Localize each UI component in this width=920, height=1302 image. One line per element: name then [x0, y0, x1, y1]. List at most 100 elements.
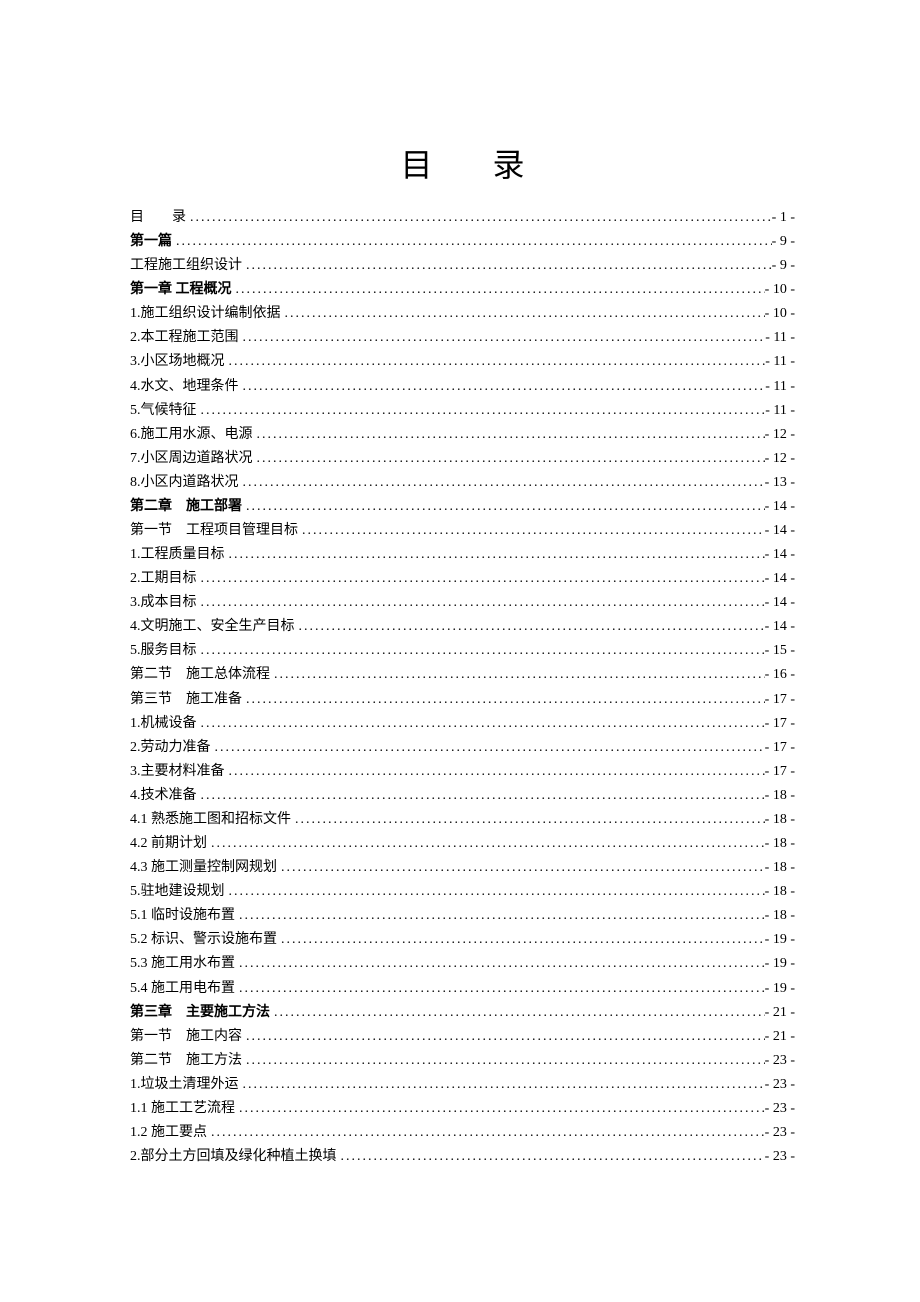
toc-entry-label: 第二节 施工总体流程	[130, 663, 270, 687]
toc-entry: 第一篇- 9 -	[130, 230, 795, 254]
toc-entry-page: - 18 -	[765, 904, 795, 928]
toc-entry: 3.成本目标- 14 -	[130, 591, 795, 615]
toc-leader-dots	[242, 1025, 765, 1049]
toc-entry: 2.工期目标 - 14 -	[130, 567, 795, 591]
toc-leader-dots	[277, 928, 765, 952]
toc-entry-label: 1.2 施工要点	[130, 1121, 207, 1145]
toc-entry-page: - 18 -	[765, 880, 795, 904]
toc-entry-page: - 10 -	[765, 302, 795, 326]
toc-entry-label: 第一篇	[130, 230, 172, 254]
toc-entry: 5.2 标识、警示设施布置 - 19 -	[130, 928, 795, 952]
toc-entry-label: 第一章 工程概况	[130, 278, 232, 302]
toc-leader-dots	[197, 784, 765, 808]
toc-entry-label: 第三章 主要施工方法	[130, 1001, 270, 1025]
toc-leader-dots	[211, 736, 765, 760]
toc-leader-dots	[225, 350, 766, 374]
table-of-contents: 目 录- 1 -第一篇- 9 -工程施工组织设计- 9 -第一章 工程概况- 1…	[130, 206, 795, 1169]
toc-entry-label: 7.小区周边道路状况	[130, 447, 253, 471]
toc-leader-dots	[277, 856, 765, 880]
toc-entry-page: - 18 -	[765, 832, 795, 856]
toc-leader-dots	[239, 326, 766, 350]
toc-entry-label: 6.施工用水源、电源	[130, 423, 253, 447]
toc-entry: 5.服务目标 - 15 -	[130, 639, 795, 663]
toc-entry: 2.本工程施工范围 - 11 -	[130, 326, 795, 350]
toc-entry-page: - 12 -	[765, 447, 795, 471]
toc-leader-dots	[270, 663, 765, 687]
toc-entry: 5.3 施工用水布置- 19 -	[130, 952, 795, 976]
toc-leader-dots	[242, 254, 772, 278]
toc-entry: 1.垃圾土清理外运- 23 -	[130, 1073, 795, 1097]
toc-entry-label: 4.3 施工测量控制网规划	[130, 856, 277, 880]
toc-entry-page: - 23 -	[765, 1073, 795, 1097]
toc-entry-label: 5.气候特征	[130, 399, 197, 423]
page-title: 目录	[130, 140, 795, 186]
toc-entry-page: - 23 -	[765, 1049, 795, 1073]
toc-entry-page: - 19 -	[765, 928, 795, 952]
toc-leader-dots	[235, 952, 765, 976]
toc-entry-page: - 19 -	[765, 952, 795, 976]
toc-entry: 第三节 施工准备- 17 -	[130, 688, 795, 712]
toc-entry: 6.施工用水源、电源- 12 -	[130, 423, 795, 447]
toc-leader-dots	[253, 423, 765, 447]
toc-entry: 2.部分土方回填及绿化种植土换填- 23 -	[130, 1145, 795, 1169]
toc-entry-page: - 16 -	[765, 663, 795, 687]
toc-entry: 8.小区内道路状况- 13 -	[130, 471, 795, 495]
toc-entry-page: - 19 -	[765, 977, 795, 1001]
toc-entry: 4.文明施工、安全生产目标- 14 -	[130, 615, 795, 639]
toc-entry-page: - 11 -	[765, 326, 795, 350]
toc-entry: 1.2 施工要点 - 23 -	[130, 1121, 795, 1145]
toc-entry-page: - 11 -	[765, 375, 795, 399]
toc-leader-dots	[337, 1145, 765, 1169]
toc-entry-page: - 14 -	[765, 615, 795, 639]
toc-entry-page: - 23 -	[765, 1121, 795, 1145]
toc-entry-label: 工程施工组织设计	[130, 254, 242, 278]
toc-leader-dots	[197, 399, 766, 423]
toc-entry-label: 5.驻地建设规划	[130, 880, 225, 904]
toc-entry-label: 3.成本目标	[130, 591, 197, 615]
toc-entry-label: 1.1 施工工艺流程	[130, 1097, 235, 1121]
toc-entry: 第二章 施工部署- 14 -	[130, 495, 795, 519]
toc-entry-label: 2.工期目标	[130, 567, 197, 591]
toc-leader-dots	[172, 230, 772, 254]
toc-leader-dots	[197, 567, 765, 591]
toc-leader-dots	[225, 760, 765, 784]
toc-entry-label: 第二节 施工方法	[130, 1049, 242, 1073]
toc-leader-dots	[242, 495, 765, 519]
toc-entry-page: - 21 -	[765, 1001, 795, 1025]
toc-entry-label: 5.4 施工用电布置	[130, 977, 235, 1001]
toc-entry-label: 8.小区内道路状况	[130, 471, 239, 495]
toc-leader-dots	[295, 615, 765, 639]
toc-entry: 5.4 施工用电布置 - 19 -	[130, 977, 795, 1001]
toc-entry-page: - 17 -	[765, 736, 795, 760]
toc-entry: 第一章 工程概况- 10 -	[130, 278, 795, 302]
toc-entry-label: 2.本工程施工范围	[130, 326, 239, 350]
toc-entry: 2.劳动力准备- 17 -	[130, 736, 795, 760]
toc-entry-page: - 18 -	[765, 856, 795, 880]
toc-leader-dots	[235, 1097, 765, 1121]
toc-entry-label: 目 录	[130, 206, 186, 230]
title-char-2: 录	[493, 147, 525, 183]
toc-entry-label: 1.机械设备	[130, 712, 197, 736]
toc-leader-dots	[253, 447, 765, 471]
toc-entry-label: 5.2 标识、警示设施布置	[130, 928, 277, 952]
toc-entry-label: 2.部分土方回填及绿化种植土换填	[130, 1145, 337, 1169]
toc-entry: 4.水文、地理条件 - 11 -	[130, 375, 795, 399]
toc-leader-dots	[239, 1073, 765, 1097]
toc-entry-page: - 23 -	[765, 1097, 795, 1121]
toc-leader-dots	[207, 832, 765, 856]
toc-leader-dots	[235, 977, 765, 1001]
toc-entry-page: - 14 -	[765, 495, 795, 519]
toc-entry-page: - 18 -	[765, 808, 795, 832]
toc-entry-page: - 15 -	[765, 639, 795, 663]
toc-leader-dots	[225, 880, 765, 904]
toc-entry-page: - 1 -	[772, 206, 795, 230]
toc-entry-page: - 14 -	[765, 567, 795, 591]
toc-entry: 工程施工组织设计- 9 -	[130, 254, 795, 278]
toc-entry-label: 3.主要材料准备	[130, 760, 225, 784]
toc-entry-label: 4.水文、地理条件	[130, 375, 239, 399]
toc-leader-dots	[197, 712, 765, 736]
toc-entry: 5.1 临时设施布置- 18 -	[130, 904, 795, 928]
toc-entry-label: 5.服务目标	[130, 639, 197, 663]
toc-entry-label: 3.小区场地概况	[130, 350, 225, 374]
toc-leader-dots	[232, 278, 765, 302]
